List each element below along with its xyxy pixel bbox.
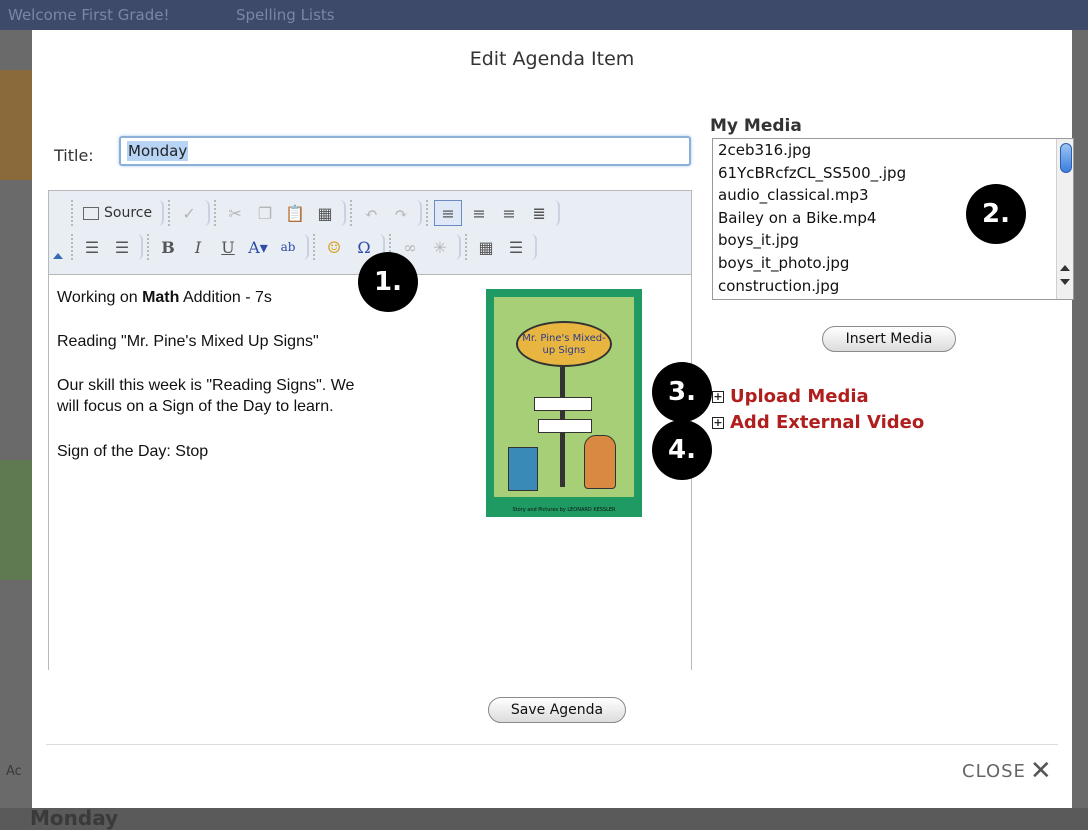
title-label: Title: — [54, 146, 94, 165]
align-justify-icon[interactable]: ≣ — [526, 201, 552, 225]
sign-arrow — [538, 419, 592, 433]
content-line-4: Sign of the Day: Stop — [57, 443, 209, 460]
scroll-thumb[interactable] — [1060, 143, 1072, 173]
unlink-icon[interactable]: ✳ — [427, 235, 453, 259]
expand-plus-icon: + — [712, 415, 724, 429]
edit-agenda-modal: Edit Agenda Item Title: Monday Source ✓ … — [32, 30, 1074, 808]
toolbar-group: ▦ ☰ — [465, 234, 537, 260]
book-cover-art: Mr. Pine's Mixed-up Signs — [494, 297, 634, 497]
media-item[interactable]: construction.jpg — [713, 275, 1073, 298]
media-label: My Media — [710, 116, 802, 136]
add-external-video-label: Add External Video — [730, 412, 925, 433]
save-agenda-button[interactable]: Save Agenda — [488, 697, 626, 723]
background-heading: Monday — [30, 806, 119, 830]
table-icon[interactable]: ▦ — [473, 235, 499, 259]
toolbar-group: ✂ ❐ 📋 ▦ — [214, 200, 347, 226]
numbered-list-icon[interactable]: ☰ — [79, 235, 105, 259]
background-image — [0, 460, 32, 580]
toolbar-group: ☰ ☰ — [71, 234, 143, 260]
highlight-color-icon[interactable]: ab — [275, 235, 301, 259]
content-bold-text: Math — [142, 289, 180, 306]
scroll-down-icon[interactable] — [1060, 279, 1070, 285]
cut-icon[interactable]: ✂ — [222, 201, 248, 225]
content-line-2: Reading "Mr. Pine's Mixed Up Signs" — [57, 333, 319, 350]
media-item[interactable]: 61YcBRcfzCL_SS500_.jpg — [713, 162, 1073, 185]
annotation-badge-2: 2. — [966, 184, 1026, 244]
media-scrollbar[interactable] — [1056, 139, 1073, 299]
book-caption: Story and Pictures by LEONARD KESSLER — [512, 507, 616, 513]
close-label: CLOSE — [962, 760, 1026, 782]
spellcheck-icon[interactable]: ✓ — [176, 201, 202, 225]
editor-content[interactable]: Working on Math Addition - 7s Reading "M… — [49, 274, 691, 670]
content-line-3b: will focus on a Sign of the Day to learn… — [57, 398, 334, 415]
title-input-value: Monday — [127, 141, 189, 161]
toolbar-collapse-icon[interactable] — [53, 253, 63, 259]
bulleted-list-icon[interactable]: ☰ — [109, 235, 135, 259]
divider — [46, 744, 1058, 745]
content-line-1: Working on Math Addition - 7s — [57, 287, 272, 308]
source-label: Source — [104, 205, 153, 221]
insert-media-button[interactable]: Insert Media — [822, 326, 956, 352]
text-color-icon[interactable]: A▾ — [245, 235, 271, 259]
italic-icon[interactable]: I — [185, 235, 211, 259]
media-item[interactable]: boys_it_photo.jpg — [713, 252, 1073, 275]
title-input[interactable]: Monday — [119, 136, 691, 166]
content-text: Working on — [57, 289, 143, 306]
redo-icon[interactable]: ↷ — [388, 201, 414, 225]
content-text: Addition - 7s — [179, 289, 272, 306]
upload-media-label: Upload Media — [730, 386, 869, 407]
editor-toolbar-row-1: Source ✓ ✂ ❐ 📋 ▦ ↶ ↷ ≡ ≡ ≡ ≣ — [71, 199, 564, 227]
scroll-up-icon[interactable] — [1060, 265, 1070, 271]
background-left-strip — [0, 30, 32, 810]
bold-icon[interactable]: B — [155, 235, 181, 259]
background-tab-welcome: Welcome First Grade! — [8, 6, 170, 24]
media-item[interactable]: 2ceb316.jpg — [713, 139, 1073, 162]
upload-media-link[interactable]: + Upload Media — [712, 386, 869, 407]
underline-icon[interactable]: U — [215, 235, 241, 259]
background-side-text: Ac — [6, 764, 22, 779]
expand-plus-icon: + — [712, 389, 724, 403]
toolbar-group: Source — [71, 200, 165, 226]
background-bottom-strip — [0, 808, 1088, 829]
background-image — [0, 70, 32, 180]
toolbar-group: ≡ ≡ ≡ ≣ — [426, 200, 561, 226]
smiley-icon[interactable]: ☺ — [321, 235, 347, 259]
character — [584, 435, 616, 489]
source-button[interactable]: Source — [79, 201, 156, 225]
mailbox — [508, 447, 538, 491]
annotation-badge-3: 3. — [652, 362, 712, 422]
annotation-badge-1: 1. — [358, 252, 418, 312]
background-tab-spelling: Spelling Lists — [236, 6, 335, 24]
content-line-3a: Our skill this week is "Reading Signs". … — [57, 377, 355, 394]
add-external-video-link[interactable]: + Add External Video — [712, 412, 924, 433]
background-right-strip — [1072, 30, 1088, 810]
copy-icon[interactable]: ❐ — [252, 201, 278, 225]
paste-word-icon[interactable]: ▦ — [312, 201, 338, 225]
paste-icon[interactable]: 📋 — [282, 201, 308, 225]
align-center-icon[interactable]: ≡ — [466, 201, 492, 225]
modal-title: Edit Agenda Item — [469, 48, 635, 70]
close-button[interactable]: CLOSE ✕ — [962, 756, 1052, 786]
editor-toolbar-row-2: ☰ ☰ B I U A▾ ab ☺ Ω ∞ ✳ ▦ ☰ — [71, 233, 541, 261]
source-icon — [83, 206, 99, 220]
align-left-icon[interactable]: ≡ — [434, 200, 463, 226]
toolbar-group: ↶ ↷ — [350, 200, 423, 226]
annotation-badge-4: 4. — [652, 420, 712, 480]
toolbar-group: B I U A▾ ab — [147, 234, 309, 260]
align-right-icon[interactable]: ≡ — [496, 201, 522, 225]
toolbar-group: ✓ — [168, 200, 211, 226]
book-title: Mr. Pine's Mixed-up Signs — [516, 321, 612, 367]
sign-arrow — [534, 397, 592, 411]
close-icon: ✕ — [1029, 756, 1052, 786]
background-header: Welcome First Grade! Spelling Lists — [0, 0, 1088, 30]
undo-icon[interactable]: ↶ — [358, 201, 384, 225]
book-cover-image[interactable]: Mr. Pine's Mixed-up Signs Story and Pict… — [486, 289, 642, 517]
horizontal-rule-icon[interactable]: ☰ — [503, 235, 529, 259]
